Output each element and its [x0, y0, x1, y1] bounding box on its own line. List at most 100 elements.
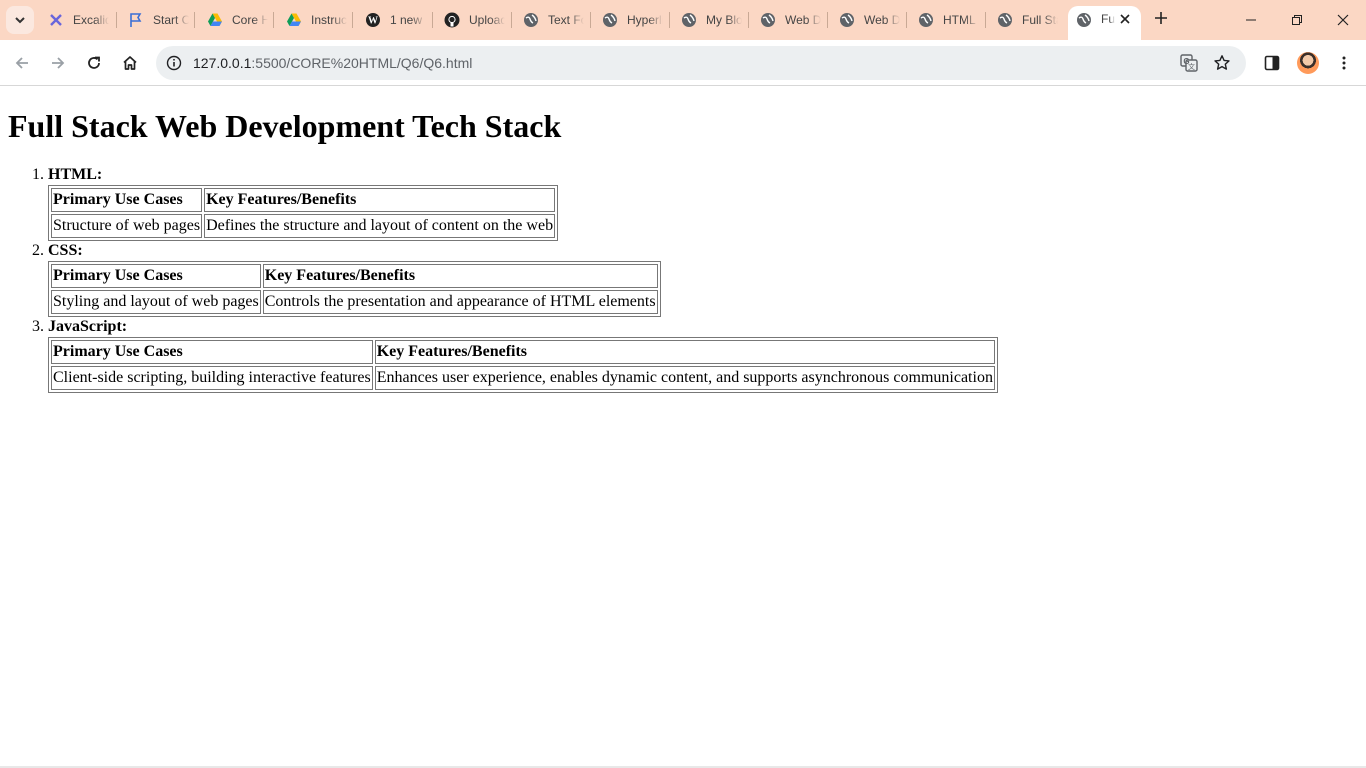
- table-row: Styling and layout of web pages Controls…: [51, 290, 658, 314]
- tab-hyperlinks[interactable]: Hyperlinks: [602, 6, 663, 34]
- globe-icon: [602, 12, 618, 28]
- tab-title: Hyperlinks: [627, 13, 663, 27]
- table-row: Structure of web pages Defines the struc…: [51, 214, 556, 238]
- tab-excalidraw[interactable]: Excalidraw: [48, 6, 109, 34]
- tab-wordpress[interactable]: W 1 new: [365, 6, 426, 34]
- tab-my-blog[interactable]: My Blog: [681, 6, 742, 34]
- table-header-cell: Primary Use Cases: [51, 188, 203, 212]
- reload-button[interactable]: [80, 49, 108, 77]
- tab-core-html[interactable]: Core HTML: [207, 6, 268, 34]
- tab-start-course[interactable]: Start Course: [128, 6, 189, 34]
- globe-icon: [839, 12, 855, 28]
- star-icon[interactable]: [1212, 53, 1232, 73]
- table-row: Client-side scripting, building interact…: [51, 366, 995, 390]
- home-icon: [123, 56, 137, 70]
- list-item-html: HTML: Primary Use Cases Key Features/Ben…: [48, 165, 998, 241]
- tab-instructions[interactable]: Instructions: [286, 6, 347, 34]
- browser-toolbar: 127.0.0.1:5500/CORE%20HTML/Q6/Q6.html G文: [0, 40, 1366, 86]
- google-drive-icon: [286, 12, 302, 28]
- table-header-cell: Primary Use Cases: [51, 264, 261, 288]
- tab-divider: [194, 12, 195, 28]
- tab-search-button[interactable]: [6, 6, 34, 34]
- tab-divider: [669, 12, 670, 28]
- list-item-javascript: JavaScript: Primary Use Cases Key Featur…: [48, 317, 998, 393]
- tab-active[interactable]: Full Stack Web Development Tech Stack: [1068, 6, 1141, 40]
- tab-title: Web Dev: [864, 13, 900, 27]
- plus-icon: [1155, 12, 1167, 24]
- table-cell: Styling and layout of web pages: [51, 290, 261, 314]
- globe-icon: [681, 12, 697, 28]
- tab-title: Start Course: [153, 13, 189, 27]
- tab-web-dev-1[interactable]: Web Dev: [760, 6, 821, 34]
- table-header-cell: Key Features/Benefits: [374, 340, 995, 364]
- url-text[interactable]: 127.0.0.1:5500/CORE%20HTML/Q6/Q6.html: [193, 55, 472, 71]
- tab-divider: [273, 12, 274, 28]
- html-table: Primary Use Cases Key Features/Benefits …: [48, 185, 559, 241]
- table-cell: Enhances user experience, enables dynami…: [374, 366, 995, 390]
- table-cell: Structure of web pages: [51, 214, 203, 238]
- new-tab-button[interactable]: [1149, 8, 1173, 32]
- minimize-button[interactable]: [1228, 0, 1274, 40]
- tab-html[interactable]: HTML: [918, 6, 979, 34]
- tab-divider: [116, 12, 117, 28]
- list-item-label: JavaScript:: [48, 318, 128, 335]
- tab-title: 1 new: [390, 13, 423, 27]
- restore-icon: [1292, 15, 1302, 25]
- restore-button[interactable]: [1274, 0, 1320, 40]
- side-panel-button[interactable]: [1258, 49, 1286, 77]
- page-title: Full Stack Web Development Tech Stack: [8, 108, 562, 144]
- address-bar[interactable]: 127.0.0.1:5500/CORE%20HTML/Q6/Q6.html G文: [156, 46, 1246, 80]
- tab-title: Web Dev: [785, 13, 821, 27]
- tech-stack-list: HTML: Primary Use Cases Key Features/Ben…: [0, 165, 998, 393]
- tab-title: Text Formatting: [548, 13, 584, 27]
- menu-button[interactable]: [1330, 49, 1358, 77]
- tab-title: Core HTML: [232, 13, 268, 27]
- globe-icon: [523, 12, 539, 28]
- svg-text:W: W: [368, 16, 378, 27]
- side-panel-icon: [1264, 55, 1280, 71]
- github-icon: [444, 12, 460, 28]
- tab-title: Full Stack Web Development Tech Stack: [1101, 12, 1115, 26]
- table-cell: Defines the structure and layout of cont…: [204, 214, 556, 238]
- tab-divider: [748, 12, 749, 28]
- chevron-down-icon: [15, 17, 25, 24]
- home-button[interactable]: [116, 49, 144, 77]
- tab-divider: [352, 12, 353, 28]
- translate-icon[interactable]: G文: [1179, 53, 1199, 73]
- tab-divider: [985, 12, 986, 28]
- back-button[interactable]: [8, 49, 36, 77]
- url-host: 127.0.0.1: [193, 55, 252, 71]
- svg-text:文: 文: [1188, 62, 1195, 71]
- google-drive-icon: [207, 12, 223, 28]
- close-icon[interactable]: [1117, 11, 1133, 27]
- tab-full-stack[interactable]: Full Stack: [997, 6, 1058, 34]
- globe-icon: [760, 12, 776, 28]
- list-item-label: HTML:: [48, 166, 103, 183]
- table-header-cell: Key Features/Benefits: [262, 264, 658, 288]
- tab-divider: [906, 12, 907, 28]
- info-icon[interactable]: [164, 53, 184, 73]
- wordpress-icon: W: [365, 12, 381, 28]
- forward-button[interactable]: [44, 49, 72, 77]
- reload-icon: [88, 56, 100, 69]
- arrow-left-icon: [15, 57, 28, 69]
- flag-icon: [128, 12, 144, 28]
- page-content: Full Stack Web Development Tech Stack HT…: [0, 87, 1366, 768]
- tab-github-upload[interactable]: Upload: [444, 6, 505, 34]
- tab-title: Instructions: [311, 13, 347, 27]
- tab-title: HTML: [943, 13, 976, 27]
- tab-divider: [432, 12, 433, 28]
- tab-web-dev-2[interactable]: Web Dev: [839, 6, 900, 34]
- table-header-row: Primary Use Cases Key Features/Benefits: [51, 188, 556, 212]
- profile-button[interactable]: [1294, 49, 1322, 77]
- table-header-row: Primary Use Cases Key Features/Benefits: [51, 264, 658, 288]
- tab-title: My Blog: [706, 13, 742, 27]
- tab-title: Excalidraw: [73, 13, 109, 27]
- globe-icon: [1076, 12, 1092, 28]
- table-header-row: Primary Use Cases Key Features/Benefits: [51, 340, 995, 364]
- window-close-button[interactable]: [1320, 0, 1366, 40]
- tab-text-formatting[interactable]: Text Formatting: [523, 6, 584, 34]
- table-header-cell: Primary Use Cases: [51, 340, 373, 364]
- avatar: [1297, 52, 1319, 74]
- globe-icon: [997, 12, 1013, 28]
